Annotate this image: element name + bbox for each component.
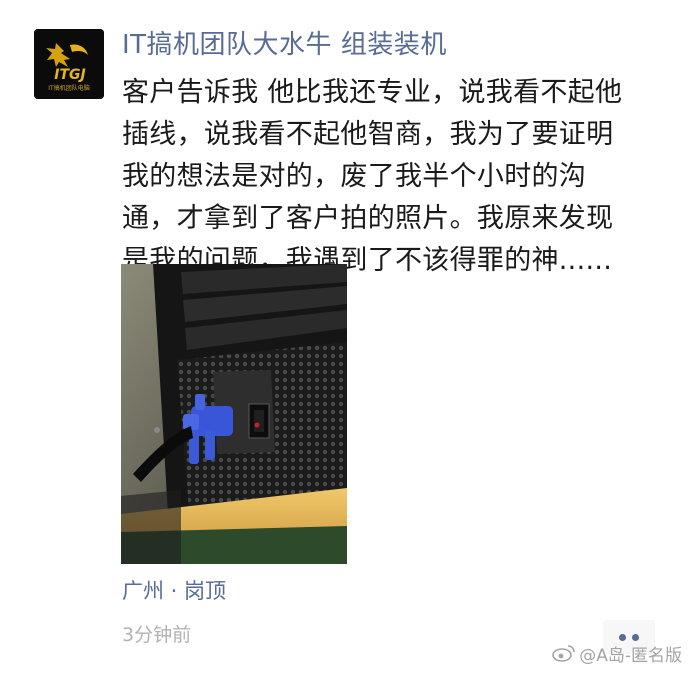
post-text-line: 我的想法是对的，废了我半个小时的沟 (122, 161, 587, 192)
watermark-text: @A岛-匿名版 (579, 646, 682, 666)
watermark: @A岛-匿名版 (552, 644, 682, 668)
post-text-line: 插线，说我看不起他智商，我为了要证明 (122, 119, 614, 150)
post-photo[interactable] (121, 264, 347, 564)
weibo-icon (552, 644, 576, 668)
more-dots-icon (619, 633, 626, 641)
computer-back-vga-photo (121, 264, 347, 564)
team-logo-icon: ITGJ IT搞机团队电脑 (34, 29, 104, 99)
avatar-logo-text: ITGJ (54, 67, 85, 83)
poster-nickname[interactable]: IT搞机团队大水牛 组装装机 (122, 28, 447, 62)
more-dots-icon (632, 633, 639, 641)
post-time: 3分钟前 (122, 624, 192, 646)
avatar-logo-subtext: IT搞机团队电脑 (48, 84, 89, 92)
avatar[interactable]: ITGJ IT搞机团队电脑 (34, 29, 104, 99)
post-text: 客户告诉我 他比我还专业，说我看不起他 插线，说我看不起他智商，我为了要证明 我… (122, 72, 662, 282)
post-text-line: 客户告诉我 他比我还专业，说我看不起他 (122, 77, 623, 108)
post-text-line: 通，才拿到了客户拍的照片。我原来发现 (122, 203, 614, 234)
post-location[interactable]: 广州 · 岗顶 (122, 576, 226, 606)
